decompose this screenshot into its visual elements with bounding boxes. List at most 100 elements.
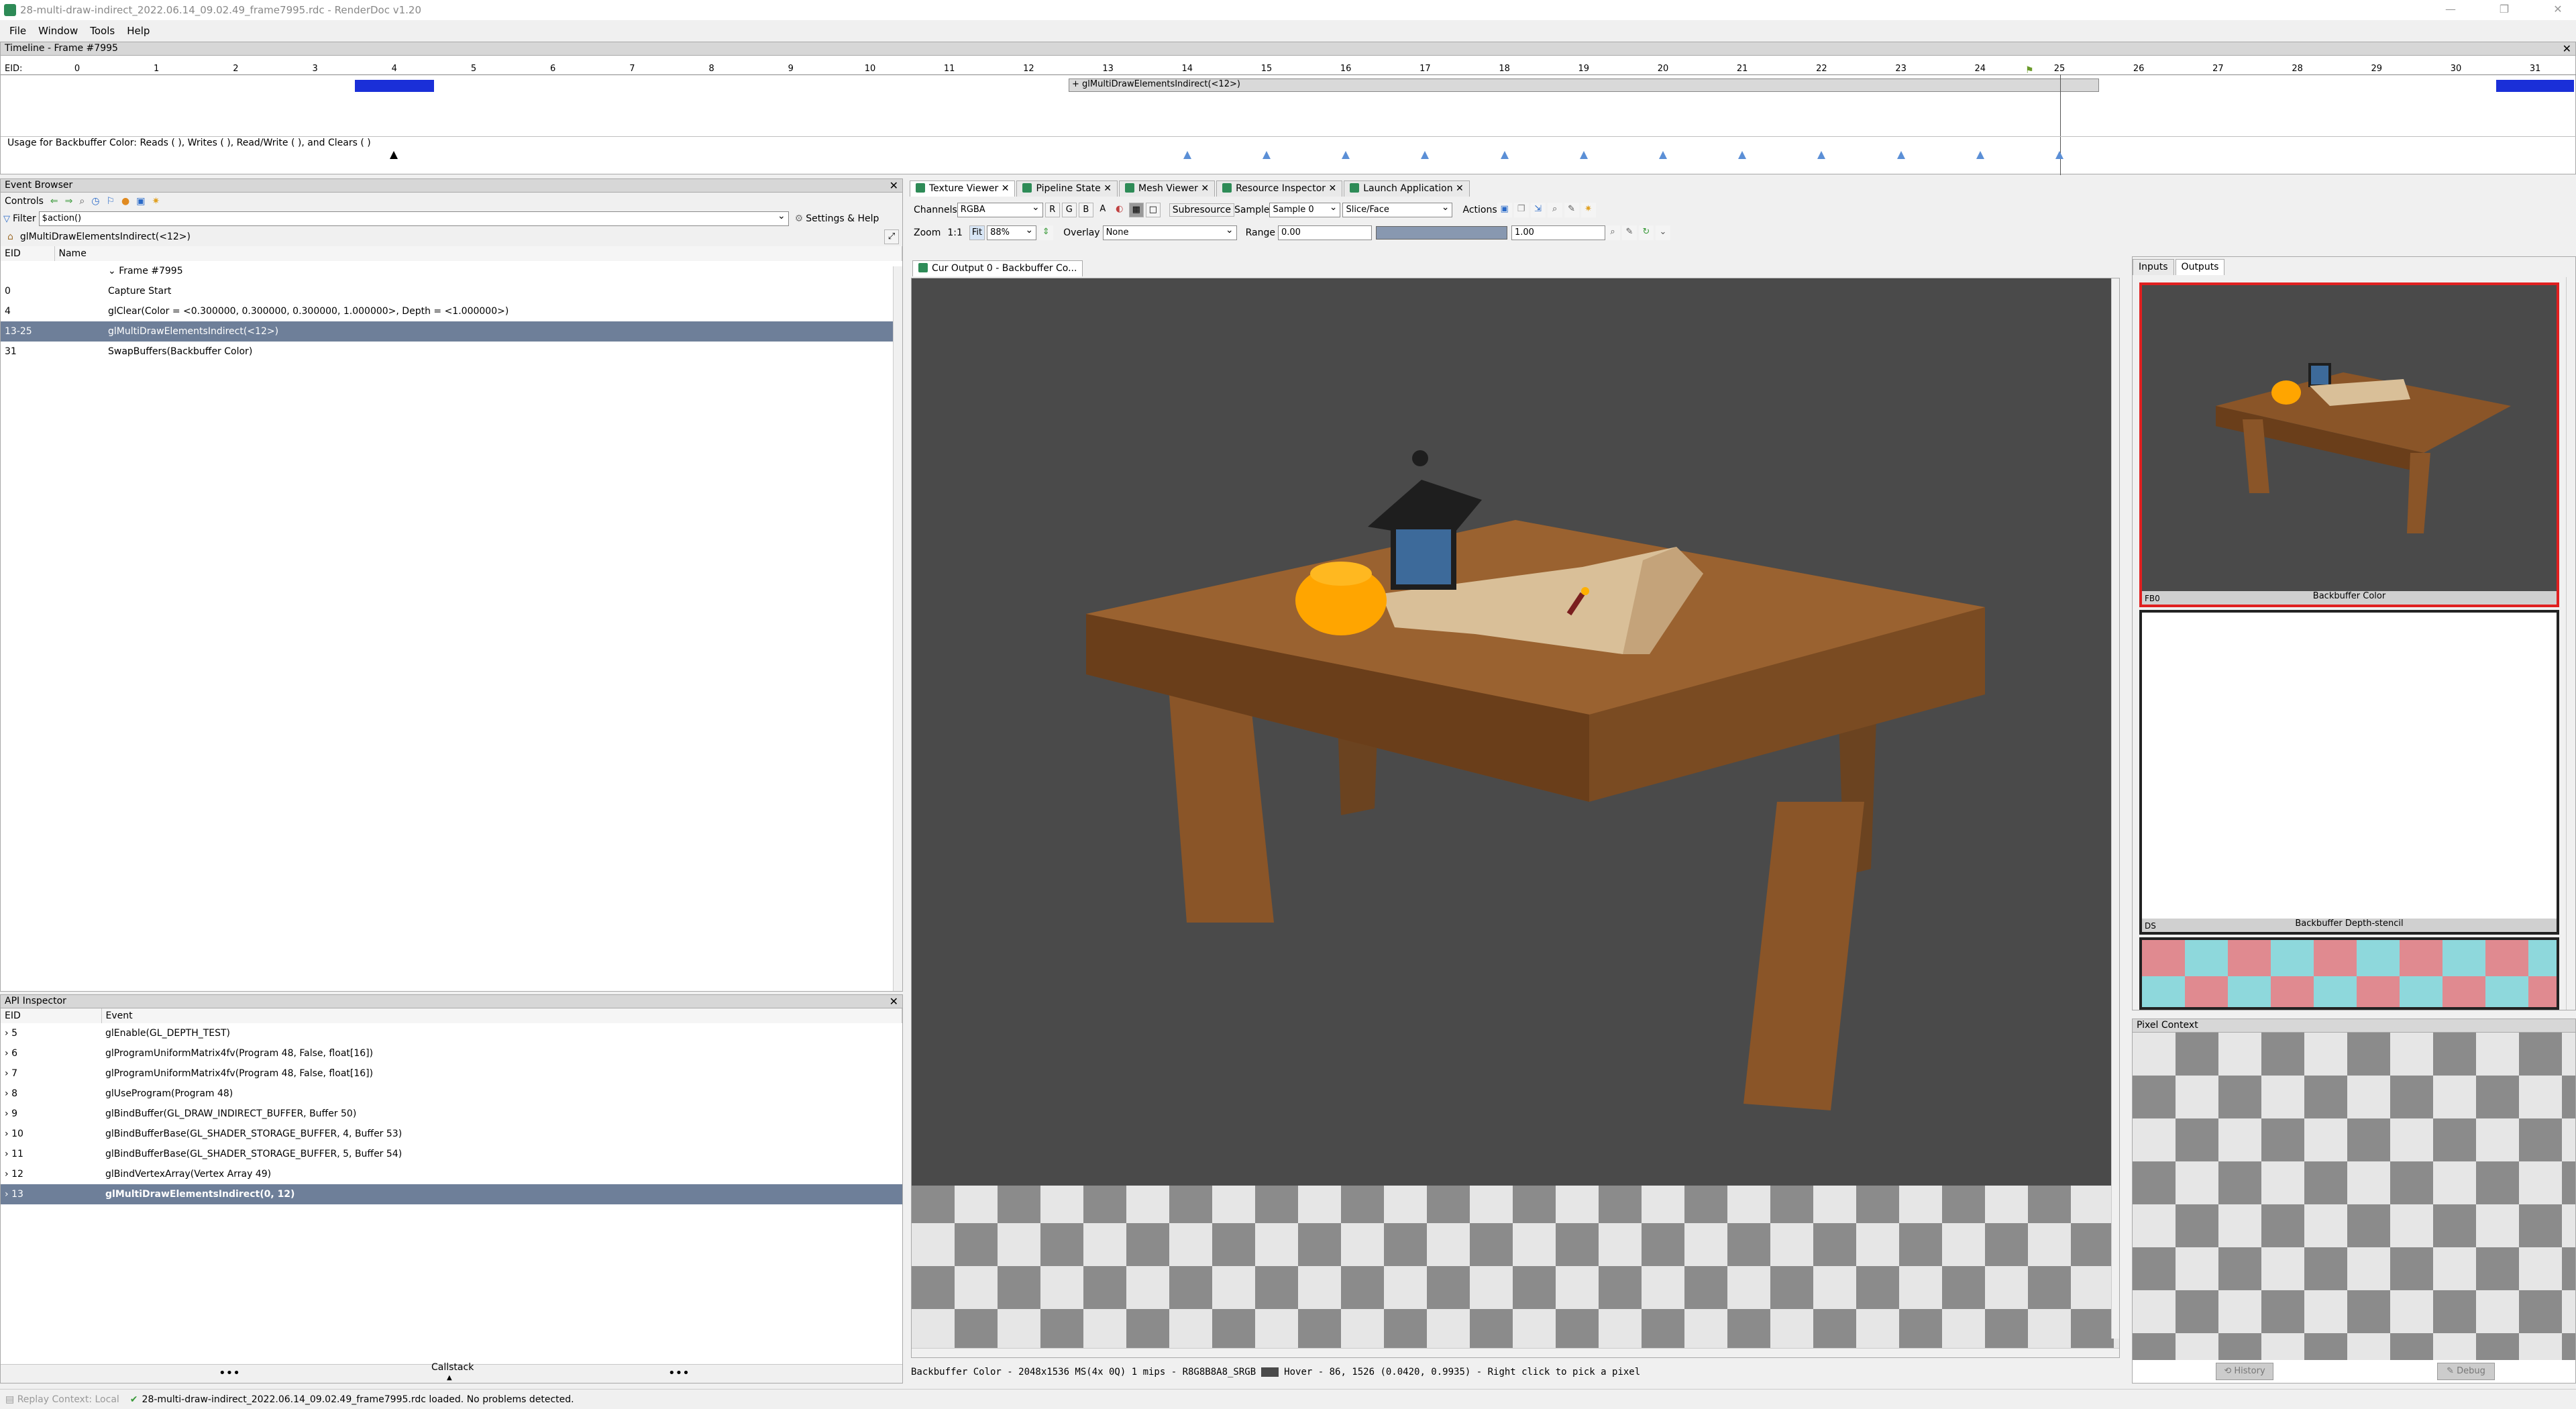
menu-help[interactable]: Help <box>123 25 154 37</box>
checkerboard-icon[interactable]: ▦ <box>1128 203 1144 217</box>
vertical-scrollbar[interactable] <box>2111 278 2119 1339</box>
edit-icon[interactable]: ✎ <box>1564 203 1579 217</box>
history-button[interactable]: ⟲ History <box>2216 1363 2273 1380</box>
table-row[interactable]: › 12 glBindVertexArray(Vertex Array 49) <box>1 1164 902 1184</box>
red-channel-toggle[interactable]: R <box>1044 203 1060 217</box>
draw-group-bar[interactable]: + glMultiDrawElementsIndirect(<12>) <box>1069 79 2099 92</box>
table-row[interactable]: › 11 glBindBufferBase(GL_SHADER_STORAGE_B… <box>1 1144 902 1164</box>
chevron-down-icon[interactable]: ⌄ <box>108 266 119 276</box>
thumbnail-depth-stencil[interactable]: Backbuffer Depth-stencil DS <box>2139 610 2559 935</box>
chevron-right-icon[interactable]: › <box>5 1028 11 1039</box>
filter-input[interactable]: $action() <box>38 209 789 226</box>
close-icon[interactable]: ✕ <box>1198 183 1209 194</box>
blue-channel-toggle[interactable]: B <box>1078 203 1093 217</box>
settings-icon[interactable]: ✷ <box>152 196 160 207</box>
tab-launch-application[interactable]: Launch Application ✕ <box>1344 180 1470 197</box>
range-max-input[interactable]: 1.00 <box>1511 225 1605 240</box>
close-window-button[interactable]: ✕ <box>2542 3 2573 17</box>
tab-outputs[interactable]: Outputs <box>2175 259 2225 275</box>
close-icon[interactable]: ✕ <box>2563 42 2571 55</box>
table-row[interactable]: ⌄ Frame #7995 <box>1 261 902 281</box>
zoom-range-icon[interactable]: ⌕ <box>1605 225 1620 240</box>
chevron-right-icon[interactable]: › <box>5 1189 11 1200</box>
range-min-input[interactable]: 0.00 <box>1277 225 1372 240</box>
histogram-icon[interactable]: ⌄ <box>1655 225 1670 240</box>
open-icon[interactable]: ❐ <box>1513 203 1529 217</box>
save-icon[interactable]: ▣ <box>136 196 145 207</box>
column-header-event[interactable]: Event <box>101 1008 902 1023</box>
chevron-right-icon[interactable]: › <box>5 1068 11 1079</box>
tab-pipeline-state[interactable]: Pipeline State ✕ <box>1016 180 1118 197</box>
more-icon[interactable]: ••• <box>668 1366 690 1380</box>
close-icon[interactable]: ✕ <box>890 995 898 1008</box>
find-icon[interactable]: ⌕ <box>1547 203 1562 217</box>
event-marker[interactable] <box>2496 80 2574 92</box>
menu-tools[interactable]: Tools <box>86 25 119 37</box>
home-icon[interactable]: ⌂ <box>7 231 13 242</box>
table-row[interactable]: › 10 glBindBufferBase(GL_SHADER_STORAGE_B… <box>1 1124 902 1144</box>
sample-select[interactable]: Sample 0 <box>1269 201 1341 217</box>
table-row[interactable]: › 5 glEnable(GL_DEPTH_TEST) <box>1 1023 902 1043</box>
fit-button[interactable]: Fit <box>969 225 985 240</box>
forward-arrow-icon[interactable]: ⇒ <box>65 196 73 207</box>
auto-fit-icon[interactable]: ✎ <box>1621 225 1637 240</box>
find-icon[interactable]: ⌕ <box>79 196 85 207</box>
channels-select[interactable]: RGBA <box>957 201 1043 217</box>
chevron-right-icon[interactable]: › <box>5 1048 11 1059</box>
thumbnail-empty[interactable] <box>2139 937 2559 1010</box>
save-texture-icon[interactable]: ▣ <box>1497 203 1512 217</box>
up-arrow-icon[interactable]: ▲ <box>447 1374 452 1381</box>
close-icon[interactable]: ✕ <box>1326 183 1336 194</box>
scrollbar[interactable] <box>893 266 902 991</box>
column-header-name[interactable]: Name <box>54 246 902 261</box>
tab-resource-inspector[interactable]: Resource Inspector ✕ <box>1216 180 1343 197</box>
close-icon[interactable]: ✕ <box>890 179 898 192</box>
range-slider[interactable] <box>1375 226 1507 240</box>
chevron-right-icon[interactable]: › <box>5 1088 11 1099</box>
debug-button[interactable]: ✎ Debug <box>2437 1363 2495 1380</box>
scrollbar[interactable] <box>2566 277 2575 1010</box>
timeline-icon[interactable]: ◷ <box>91 196 99 207</box>
close-icon[interactable]: ✕ <box>998 183 1010 194</box>
reset-range-icon[interactable]: ↻ <box>1638 225 1654 240</box>
event-marker[interactable] <box>355 80 434 92</box>
table-row[interactable]: › 13 glMultiDrawElementsIndirect(0, 12) <box>1 1184 902 1204</box>
column-header-eid[interactable]: EID <box>1 246 55 261</box>
overlay-select[interactable]: None <box>1102 223 1237 240</box>
settings-help-button[interactable]: Settings & Help <box>806 213 879 224</box>
color-wheel-icon[interactable]: ◐ <box>1112 203 1127 217</box>
pin-button[interactable]: ⤢ <box>884 229 899 244</box>
colour-icon[interactable]: ● <box>121 196 129 207</box>
tab-mesh-viewer[interactable]: Mesh Viewer ✕ <box>1118 180 1216 197</box>
zoom-select[interactable]: 88% <box>987 223 1037 240</box>
bookmark-icon[interactable]: ⚐ <box>106 196 115 207</box>
chevron-right-icon[interactable]: › <box>5 1129 11 1139</box>
table-row[interactable]: 31 SwapBuffers(Backbuffer Color) <box>1 342 902 362</box>
chevron-right-icon[interactable]: › <box>5 1169 11 1180</box>
gear-icon[interactable]: ⚙ <box>795 213 804 224</box>
table-row[interactable]: 0 Capture Start <box>1 281 902 301</box>
tab-cur-output[interactable]: Cur Output 0 - Backbuffer Co... <box>912 260 1083 276</box>
menu-window[interactable]: Window <box>34 25 82 37</box>
table-row[interactable]: › 9 glBindBuffer(GL_DRAW_INDIRECT_BUFFER,… <box>1 1104 902 1124</box>
zoom-1-1-button[interactable]: 1:1 <box>947 227 963 238</box>
close-icon[interactable]: ✕ <box>1453 183 1464 194</box>
horizontal-scrollbar[interactable] <box>912 1348 2119 1357</box>
slice-face-select[interactable]: Slice/Face <box>1342 201 1453 217</box>
column-header-eid[interactable]: EID <box>1 1008 102 1023</box>
pixel-context-preview[interactable] <box>2133 1033 2575 1360</box>
back-arrow-icon[interactable]: ⇐ <box>50 196 58 207</box>
callstack-label[interactable]: Callstack <box>431 1362 474 1373</box>
chevron-right-icon[interactable]: › <box>5 1149 11 1159</box>
table-row[interactable]: 4 glClear(Color = <0.300000, 0.300000, 0.… <box>1 301 902 321</box>
settings-icon[interactable]: ✷ <box>1580 203 1596 217</box>
minimize-button[interactable]: — <box>2435 3 2466 17</box>
tab-texture-viewer[interactable]: Texture Viewer ✕ <box>910 180 1016 197</box>
green-channel-toggle[interactable]: G <box>1061 203 1077 217</box>
goto-icon[interactable]: ⇲ <box>1530 203 1546 217</box>
menu-file[interactable]: File <box>5 25 30 37</box>
background-icon[interactable]: □ <box>1145 203 1161 217</box>
replay-context[interactable]: ▤ Replay Context: Local <box>5 1394 119 1405</box>
texture-viewport[interactable] <box>911 278 2120 1358</box>
table-row[interactable]: 13-25 glMultiDrawElementsIndirect(<12>) <box>1 321 902 342</box>
